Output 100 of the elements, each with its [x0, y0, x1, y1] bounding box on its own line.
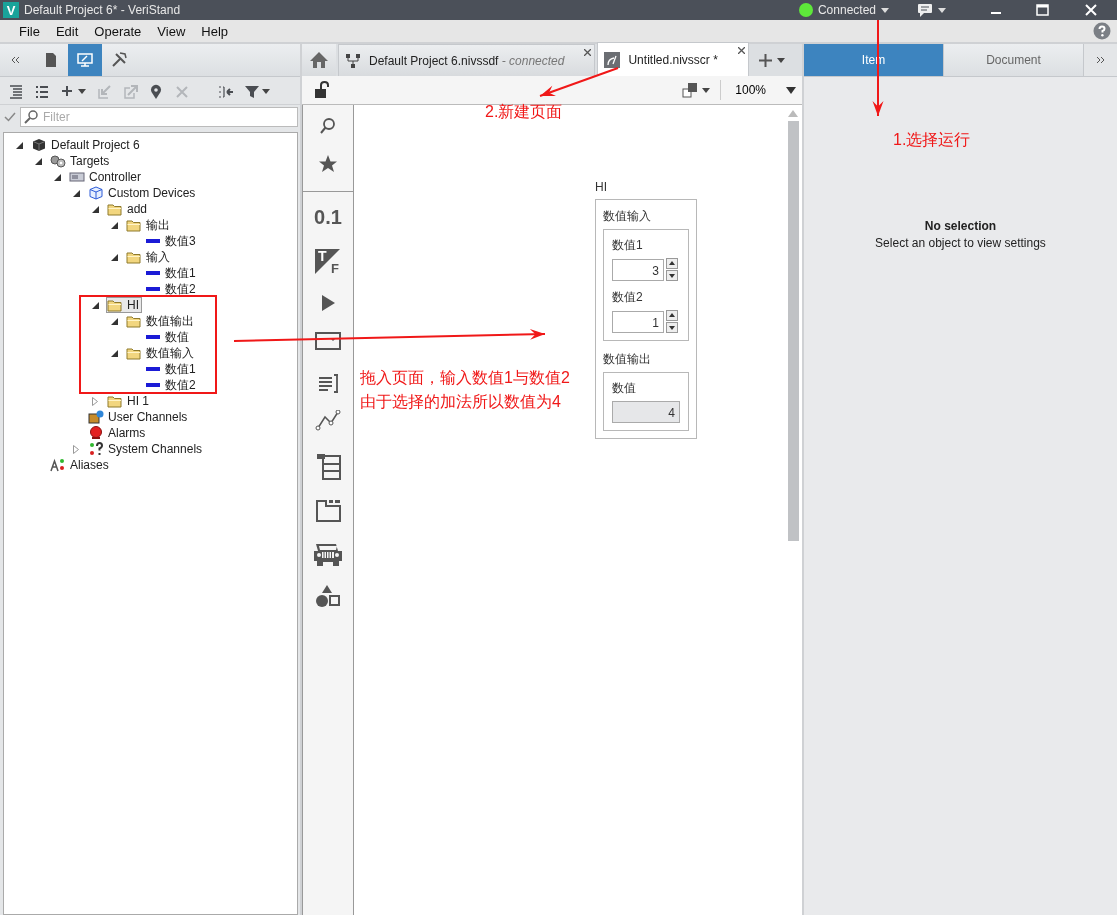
menu-item[interactable]: Operate — [86, 23, 150, 39]
double-chevron-left-icon[interactable] — [10, 56, 20, 64]
checkmark-icon[interactable] — [4, 112, 16, 122]
section-title: 数值输入 — [603, 208, 652, 225]
expanded-triangle-icon[interactable] — [91, 301, 99, 309]
tree-item[interactable]: User Channels — [87, 409, 191, 425]
arrange-icon[interactable] — [682, 82, 699, 98]
expanded-triangle-icon[interactable] — [91, 205, 99, 213]
expanded-triangle-icon[interactable] — [110, 221, 118, 229]
decrement-button-icon[interactable] — [666, 322, 678, 333]
tree-item[interactable]: 输入 — [125, 249, 173, 265]
collapsed-triangle-icon[interactable] — [92, 396, 98, 406]
home-icon — [309, 51, 329, 69]
menu-item[interactable]: Help — [193, 23, 237, 39]
control-label: 数值2 — [612, 290, 643, 304]
tree-item[interactable]: 数值输出 — [125, 313, 197, 329]
window-title: Default Project 6* - VeriStand — [24, 3, 181, 17]
alarm-bell-icon — [89, 426, 103, 440]
numeric-palette-item[interactable]: 0.1 — [314, 206, 342, 229]
decrement-button-icon[interactable] — [666, 270, 678, 281]
control-label: 数值1 — [612, 238, 643, 252]
folder-icon — [126, 218, 142, 232]
monitor-icon — [77, 52, 93, 68]
location-pin-icon[interactable] — [148, 83, 164, 100]
tree-item[interactable]: Default Project 6 — [30, 137, 143, 153]
close-icon[interactable] — [584, 49, 592, 56]
table-icon[interactable] — [314, 453, 342, 481]
expand-all-icon[interactable] — [8, 83, 24, 100]
tree-item[interactable]: HI 1 — [106, 393, 152, 409]
menu-item[interactable]: Edit — [47, 23, 87, 39]
caret-icon — [881, 7, 889, 13]
tree-item[interactable]: 数值输入 — [125, 345, 197, 361]
channel-icon — [146, 271, 160, 275]
filter-field[interactable]: Filter — [20, 107, 298, 127]
annotation-note: 2.新建页面 — [485, 102, 563, 122]
tree-item[interactable]: Targets — [49, 153, 113, 169]
tree-item[interactable]: Alarms — [87, 425, 149, 441]
annotation-note: 1.选择运行 — [893, 130, 971, 150]
collapsed-triangle-icon[interactable] — [73, 444, 79, 454]
tree-item[interactable]: 数值 — [144, 329, 192, 345]
tab-control-icon[interactable] — [314, 498, 342, 524]
tree-item[interactable]: 数值1 — [144, 265, 199, 281]
caret-icon — [702, 87, 711, 93]
file-tab[interactable]: Untitled.nivsscr * — [597, 42, 749, 76]
expanded-triangle-icon[interactable] — [110, 349, 118, 357]
channel-icon — [146, 367, 160, 371]
tree-item[interactable]: 数值2 — [144, 281, 199, 297]
folder-icon — [107, 298, 123, 312]
star-icon[interactable] — [318, 154, 338, 174]
numeric-field[interactable]: 1 — [612, 310, 664, 333]
text-box-icon[interactable] — [318, 373, 338, 393]
tree-item[interactable]: 数值2 — [144, 377, 199, 393]
unlocked-padlock-icon[interactable] — [314, 81, 330, 99]
caret-icon — [938, 7, 946, 13]
controller-icon — [69, 171, 85, 183]
tree-item[interactable]: Custom Devices — [87, 185, 199, 201]
expanded-triangle-icon[interactable] — [72, 189, 80, 197]
list-icon[interactable] — [34, 83, 50, 100]
tools-icon — [111, 52, 127, 68]
maximize-icon[interactable] — [1036, 4, 1049, 16]
tree-item[interactable]: 输出 — [125, 217, 173, 233]
folder-icon — [107, 202, 123, 216]
increment-button-icon[interactable] — [666, 258, 678, 269]
tree-item[interactable]: System Channels — [87, 441, 206, 457]
connection-status-button[interactable]: Connected — [794, 0, 893, 20]
box-icon — [89, 186, 103, 200]
tree-item[interactable]: 数值3 — [144, 233, 199, 249]
zoom-dropdown[interactable]: 100% — [720, 80, 802, 100]
expanded-triangle-icon[interactable] — [34, 157, 42, 165]
panel-tab[interactable]: Document — [944, 44, 1084, 76]
channel-icon — [146, 335, 160, 339]
increment-button-icon[interactable] — [666, 310, 678, 321]
channel-icon — [146, 287, 160, 291]
menu-item[interactable]: File — [11, 23, 48, 39]
annotation-note: 拖入页面，输入数值1与数值2 — [360, 368, 570, 388]
numeric-field[interactable]: 3 — [612, 258, 664, 281]
channel-icon — [146, 239, 160, 243]
tree-item[interactable]: Aliases — [49, 457, 112, 473]
plus-icon — [758, 54, 772, 67]
expanded-triangle-icon[interactable] — [15, 141, 23, 149]
group-title: HI — [595, 180, 608, 194]
home-button[interactable] — [302, 44, 336, 76]
expanded-triangle-icon[interactable] — [110, 253, 118, 261]
channel-icon — [146, 383, 160, 387]
boolean-palette-item[interactable]: T F — [313, 246, 343, 276]
tree-item[interactable]: add — [106, 201, 151, 217]
funnel-icon[interactable] — [244, 83, 260, 100]
merge-icon[interactable] — [218, 83, 234, 100]
tree-item[interactable]: HI — [106, 297, 142, 313]
help-icon[interactable] — [1093, 22, 1111, 40]
shapes-icon[interactable] — [314, 584, 342, 610]
file-tab[interactable]: Default Project 6.nivssdf - connected — [338, 44, 596, 76]
expanded-triangle-icon[interactable] — [110, 317, 118, 325]
close-icon[interactable] — [737, 47, 745, 54]
tree-item[interactable]: Controller — [68, 169, 145, 185]
view-tab[interactable] — [68, 44, 102, 76]
tree-item[interactable]: 数值1 — [144, 361, 199, 377]
menu-item[interactable]: View — [149, 23, 194, 39]
double-chevron-right-icon[interactable] — [1096, 56, 1105, 64]
expanded-triangle-icon[interactable] — [53, 173, 61, 181]
